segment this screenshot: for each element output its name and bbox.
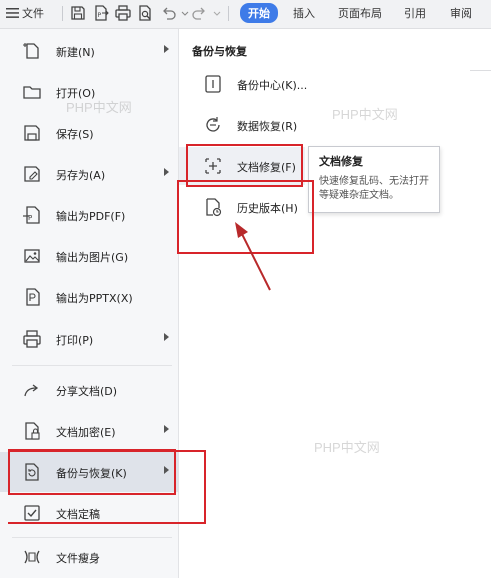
tooltip-title: 文档修复 [319,155,363,168]
panel-title: 备份与恢复 [192,45,247,58]
menu-item-share[interactable]: 分享文档(D) [0,370,178,410]
menu-item-label: 文档加密(E) [56,426,116,439]
redo-icon[interactable] [190,4,208,22]
menu-icon [6,8,19,18]
svg-text:P: P [28,214,32,222]
chevron-right-icon [164,168,169,176]
print-icon[interactable] [114,4,132,22]
menu-item-export-pdf[interactable]: P 输出为PDF(F) [0,195,178,235]
data-recovery-icon [203,115,223,135]
highlight-box-history-version [177,180,314,254]
menu-item-label: 保存(S) [56,128,94,141]
menu-item-label: 分享文档(D) [56,385,118,398]
doc-repair-tooltip: 文档修复 快速修复乱码、无法打开等疑难杂症文档。 [308,146,440,213]
undo-dropdown-icon[interactable] [176,4,189,22]
tab-references[interactable]: 引用 [404,5,426,21]
top-toolbar: 文件 P 开始 插入 页面布局 引用 审阅 [0,0,491,29]
menu-item-slim[interactable]: 文件瘦身 [0,537,178,577]
encrypt-icon [22,421,42,441]
panel-item-backup-center[interactable]: 备份中心(K)... [179,65,491,103]
menu-item-export-pptx[interactable]: 输出为PPTX(X) [0,277,178,317]
file-menu-button[interactable]: 文件 [6,4,44,22]
menu-item-save[interactable]: 保存(S) [0,113,178,153]
print-icon [22,329,42,349]
menu-item-label: 文件瘦身 [56,552,100,565]
menu-item-encrypt[interactable]: 文档加密(E) [0,411,178,451]
pptx-icon [22,287,42,307]
menu-item-label: 输出为PPTX(X) [56,292,133,305]
watermark: PHP中文网 [66,100,132,115]
new-file-icon [22,41,42,61]
tab-start[interactable]: 开始 [240,3,278,23]
tab-page-layout[interactable]: 页面布局 [338,5,382,21]
menu-item-label: 新建(N) [56,46,95,59]
save-icon[interactable] [69,4,87,22]
chevron-right-icon [164,45,169,53]
chevron-right-icon [164,333,169,341]
watermark: PHP中文网 [332,107,398,122]
panel-item-label: 数据恢复(R) [237,120,298,133]
backup-center-icon [203,74,223,94]
redo-dropdown-icon[interactable] [208,4,221,22]
slim-icon [22,547,42,567]
print-preview-icon[interactable] [136,4,154,22]
share-icon [22,380,42,400]
chevron-right-icon [164,425,169,433]
save-icon [22,123,42,143]
svg-text:P: P [98,12,102,19]
page-edge-line [470,70,491,71]
image-icon [22,246,42,266]
menu-item-new[interactable]: 新建(N) [0,31,178,71]
menu-item-export-image[interactable]: 输出为图片(G) [0,236,178,276]
menu-item-label: 输出为图片(G) [56,251,129,264]
tab-insert[interactable]: 插入 [293,5,315,21]
menu-item-label: 另存为(A) [56,169,106,182]
menu-item-label: 输出为PDF(F) [56,210,126,223]
menu-item-label: 打印(P) [56,334,94,347]
toolbar-divider [62,6,63,21]
toolbar-divider [228,6,229,21]
watermark: PHP中文网 [314,440,380,455]
export-pdf-icon[interactable]: P [92,4,110,22]
panel-item-label: 备份中心(K)... [237,79,308,92]
menu-divider [12,365,172,366]
tooltip-body: 快速修复乱码、无法打开等疑难杂症文档。 [319,176,429,201]
menu-item-save-as[interactable]: 另存为(A) [0,154,178,194]
pdf-icon: P [22,205,42,225]
folder-icon [22,82,42,102]
menu-item-print[interactable]: 打印(P) [0,319,178,359]
highlight-box-backup-finalize [8,450,206,524]
save-as-icon [22,164,42,184]
file-menu-label: 文件 [22,7,44,20]
tab-review[interactable]: 审阅 [450,5,472,21]
